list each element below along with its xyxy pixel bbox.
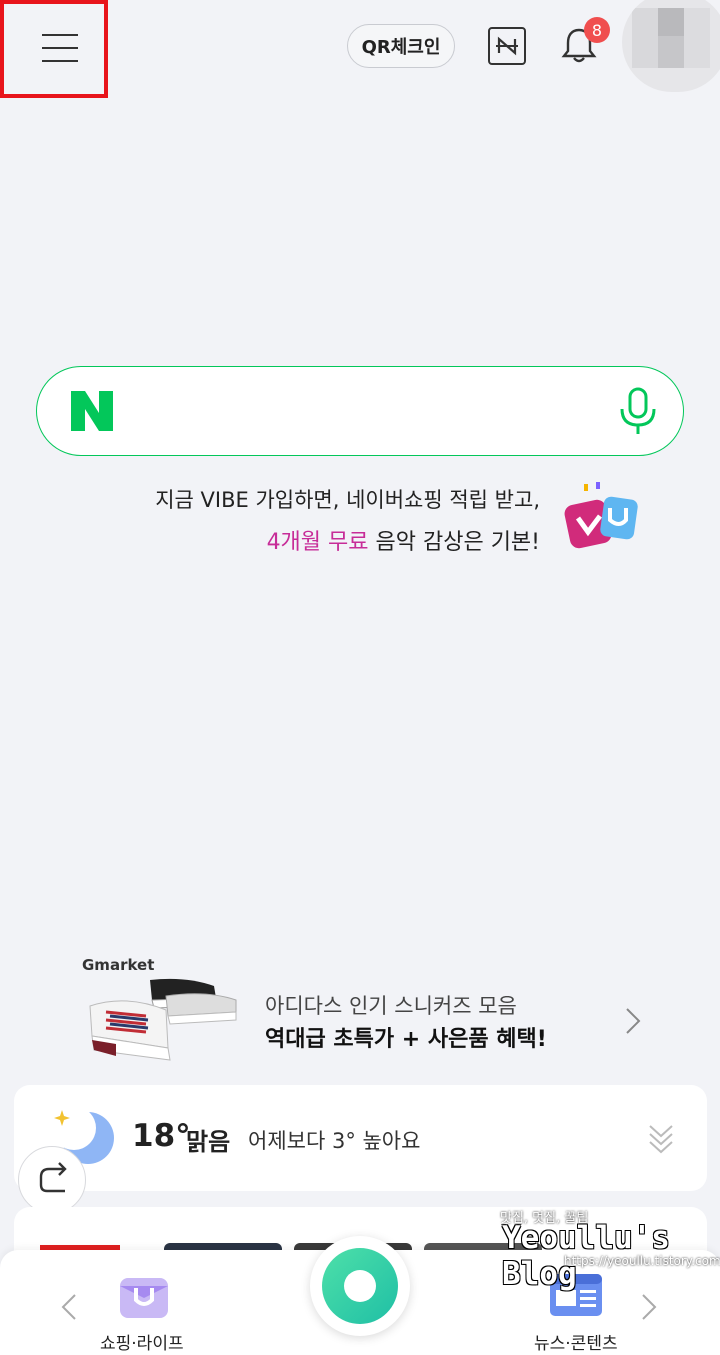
weather-comparison: 어제보다 3° 높아요 bbox=[248, 1129, 421, 1153]
green-dot-button[interactable] bbox=[310, 1236, 410, 1336]
avatar[interactable] bbox=[622, 0, 720, 92]
qr-checkin-button[interactable]: QR체크인 bbox=[347, 24, 455, 68]
temperature: 18° bbox=[132, 1118, 191, 1154]
menu-icon-bar bbox=[42, 60, 78, 62]
naver-n-icon bbox=[496, 36, 518, 56]
promo-line-2[interactable]: 4개월 무료 음악 감상은 기본! bbox=[0, 524, 540, 556]
ad-line-1[interactable]: 아디다스 인기 스니커즈 모음 bbox=[265, 990, 517, 1020]
promo-rest: 음악 감상은 기본! bbox=[368, 530, 541, 555]
promo-highlight: 4개월 무료 bbox=[266, 530, 369, 555]
search-bar[interactable]: N bbox=[36, 366, 684, 456]
menu-button[interactable] bbox=[0, 0, 108, 98]
shopping-life-label[interactable]: 쇼핑·라이프 bbox=[100, 1329, 184, 1354]
search-input[interactable] bbox=[127, 387, 591, 437]
nav-prev-button[interactable] bbox=[58, 1292, 80, 1322]
gmarket-brand: Gmarket bbox=[82, 956, 155, 974]
notification-badge: 8 bbox=[584, 17, 610, 43]
voice-search-button[interactable] bbox=[615, 385, 661, 437]
menu-icon bbox=[42, 34, 78, 36]
chevron-right-icon bbox=[642, 1294, 657, 1320]
shopping-life-tab[interactable] bbox=[112, 1268, 176, 1324]
chevron-right-icon bbox=[626, 1008, 641, 1034]
double-chevron-down-icon bbox=[649, 1125, 673, 1154]
green-dot-center bbox=[344, 1270, 376, 1302]
qr-checkin-label: QR체크인 bbox=[361, 37, 441, 58]
share-button[interactable] bbox=[18, 1146, 86, 1214]
ad-line-2[interactable]: 역대급 초특가 + 사은품 혜택! bbox=[265, 1021, 547, 1053]
weather-condition: 맑음 bbox=[186, 1128, 231, 1156]
news-content-label[interactable]: 뉴스·콘텐츠 bbox=[534, 1329, 618, 1354]
sneakers-image[interactable] bbox=[86, 976, 246, 1074]
naver-n-button[interactable] bbox=[488, 27, 526, 65]
nav-next-button[interactable] bbox=[638, 1292, 660, 1322]
vibe-icon[interactable] bbox=[562, 482, 642, 554]
gmarket-logo: Gmarket bbox=[82, 956, 154, 974]
share-icon bbox=[39, 1162, 67, 1193]
shopping-bag-icon bbox=[120, 1278, 168, 1318]
chevron-left-icon bbox=[61, 1294, 76, 1320]
watermark-url: https://yeoullu.tistory.com bbox=[564, 1254, 720, 1268]
expand-weather-button[interactable] bbox=[646, 1122, 676, 1154]
naver-logo-icon: N bbox=[71, 391, 113, 431]
promo-line-1[interactable]: 지금 VIBE 가입하면, 네이버쇼핑 적립 받고, bbox=[0, 484, 540, 514]
mic-icon bbox=[620, 387, 656, 434]
ad-next-button[interactable] bbox=[622, 1006, 644, 1036]
menu-icon-bar bbox=[42, 47, 78, 49]
